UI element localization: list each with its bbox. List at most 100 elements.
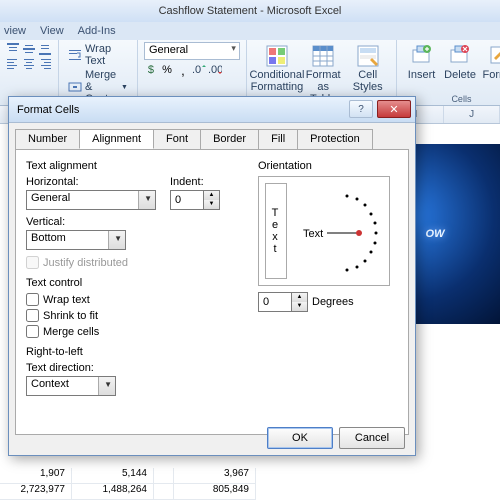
dialog-title-bar[interactable]: Format Cells ? ✕ (9, 97, 415, 123)
vertical-select[interactable]: Bottom (26, 230, 126, 250)
table-row: 2,723,977 1,488,264 805,849 (0, 484, 256, 500)
text-alignment-label: Text alignment (26, 160, 246, 172)
wrap-text-button[interactable]: Wrap Text (65, 42, 131, 68)
orientation-vertical-button[interactable]: Text (265, 183, 287, 279)
cell[interactable] (154, 484, 174, 500)
table-icon (311, 44, 335, 68)
wrap-text-icon (68, 48, 82, 62)
comma-icon[interactable]: , (176, 63, 190, 77)
window-title-bar: Cashflow Statement - Microsoft Excel (0, 0, 500, 22)
tab-panel-alignment: Text alignment Horizontal: General Verti… (15, 149, 409, 435)
cell[interactable]: 805,849 (174, 484, 256, 500)
conditional-formatting-icon (265, 44, 289, 68)
wrap-text-checkbox[interactable]: Wrap text (26, 293, 246, 306)
text-direction-label: Text direction: (26, 362, 246, 374)
tab-fill[interactable]: Fill (258, 129, 298, 149)
spin-down-icon[interactable]: ▼ (292, 302, 307, 311)
cell[interactable]: 5,144 (72, 468, 154, 484)
close-button[interactable]: ✕ (377, 100, 411, 118)
spin-up-icon[interactable]: ▲ (204, 191, 219, 200)
format-as-table-button[interactable]: Format as Table (301, 42, 346, 103)
degrees-input[interactable] (258, 292, 292, 312)
cancel-button[interactable]: Cancel (339, 427, 405, 449)
decrease-decimal-icon[interactable]: .00 (208, 63, 222, 77)
insert-icon (410, 44, 434, 68)
orientation-dial-text: Text (303, 228, 323, 240)
shrink-checkbox-input[interactable] (26, 309, 39, 322)
format-label: Format (483, 69, 500, 81)
dialog-title: Format Cells (17, 104, 79, 116)
insert-label: Insert (408, 69, 436, 81)
indent-label: Indent: (170, 176, 220, 188)
wrap-checkbox-input[interactable] (26, 293, 39, 306)
menu-item[interactable]: view (4, 25, 26, 37)
delete-label: Delete (444, 69, 476, 81)
indent-input[interactable] (170, 190, 204, 210)
ok-button[interactable]: OK (267, 427, 333, 449)
chevron-down-icon: ▼ (121, 84, 128, 91)
justify-distributed-checkbox: Justify distributed (26, 256, 246, 269)
menu-item[interactable]: View (40, 25, 64, 37)
spin-down-icon[interactable]: ▼ (204, 200, 219, 209)
horizontal-select[interactable]: General (26, 190, 156, 210)
cell[interactable]: 3,967 (174, 468, 256, 484)
rtl-label: Right-to-left (26, 346, 246, 358)
cell[interactable]: 2,723,977 (0, 484, 72, 500)
tab-protection[interactable]: Protection (297, 129, 373, 149)
orientation-dial[interactable]: Text (299, 187, 381, 277)
justify-label: Justify distributed (43, 257, 128, 269)
window-title: Cashflow Statement - Microsoft Excel (159, 5, 342, 17)
orientation-control[interactable]: Text Text (258, 176, 390, 286)
horizontal-value: General (31, 192, 70, 204)
orientation-label: Orientation (258, 160, 398, 172)
percent-icon[interactable]: % (160, 63, 174, 77)
wrap-text-label: Wrap Text (85, 43, 128, 67)
align-bottom-icon[interactable] (38, 42, 52, 56)
text-direction-select[interactable]: Context (26, 376, 116, 396)
degrees-spinner[interactable]: ▲▼ (258, 292, 308, 312)
svg-text:.0: .0 (192, 64, 201, 76)
format-icon (488, 44, 500, 68)
menu-item[interactable]: Add-Ins (78, 25, 116, 37)
shrink-to-fit-checkbox[interactable]: Shrink to fit (26, 309, 246, 322)
conditional-formatting-label: Conditional Formatting (249, 69, 304, 93)
align-middle-icon[interactable] (22, 42, 36, 56)
indent-spinner[interactable]: ▲▼ (170, 190, 220, 210)
align-center-icon[interactable] (22, 57, 36, 71)
tab-font[interactable]: Font (153, 129, 201, 149)
tab-number[interactable]: Number (15, 129, 80, 149)
table-row: 1,907 5,144 3,967 (0, 468, 256, 484)
cell-styles-label: Cell Styles (349, 69, 386, 93)
format-cells-dialog: Format Cells ? ✕ Number Alignment Font B… (8, 96, 416, 456)
svg-text:.00: .00 (208, 64, 222, 76)
cell[interactable]: 1,907 (0, 468, 72, 484)
merge-label: Merge cells (43, 326, 99, 338)
increase-decimal-icon[interactable]: .0 (192, 63, 206, 77)
currency-icon[interactable]: $ (144, 63, 158, 77)
align-left-icon[interactable] (6, 57, 20, 71)
text-control-group: Text control Wrap text Shrink to fit Mer… (26, 277, 246, 338)
tab-alignment[interactable]: Alignment (79, 129, 154, 149)
vertical-label: Vertical: (26, 216, 156, 228)
help-button[interactable]: ? (349, 100, 373, 118)
merge-cells-checkbox[interactable]: Merge cells (26, 325, 246, 338)
column-header[interactable]: J (444, 106, 500, 123)
number-format-select[interactable]: General (144, 42, 240, 60)
right-to-left-group: Right-to-left Text direction: Context (26, 346, 246, 396)
merge-checkbox-input[interactable] (26, 325, 39, 338)
image-text: OW (426, 228, 445, 240)
menu-bar: view View Add-Ins (0, 22, 500, 40)
text-control-label: Text control (26, 277, 246, 289)
number-format-value: General (149, 44, 188, 56)
align-top-icon[interactable] (6, 42, 20, 56)
vertical-value: Bottom (31, 232, 66, 244)
justify-checkbox-input (26, 256, 39, 269)
conditional-formatting-button[interactable]: Conditional Formatting (253, 42, 301, 103)
spin-up-icon[interactable]: ▲ (292, 293, 307, 302)
cell[interactable]: 1,488,264 (72, 484, 154, 500)
cell-styles-button[interactable]: Cell Styles (345, 42, 390, 103)
align-right-icon[interactable] (38, 57, 52, 71)
dialog-tabs: Number Alignment Font Border Fill Protec… (15, 129, 409, 149)
tab-border[interactable]: Border (200, 129, 259, 149)
cell[interactable] (154, 468, 174, 484)
